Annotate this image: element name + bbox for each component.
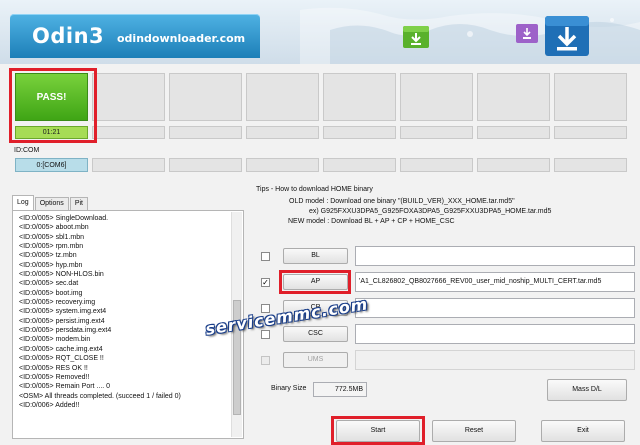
log-line: <ID:0/005> NON-HLOS.bin [19,271,104,279]
log-line: <ID:0/005> hyp.mbn [19,261,83,269]
csc-button[interactable]: CSC [283,326,348,342]
port-timer-slot [92,126,165,139]
tips-new-model: NEW model : Download BL + AP + CP + HOME… [288,218,455,225]
log-line: <ID:0/005> recovery.img [19,299,96,307]
log-line: <ID:0/005> persdata.img.ext4 [19,327,112,335]
csc-checkbox[interactable] [261,330,270,339]
logo-tab: Odin3 odindownloader.com [10,14,260,58]
log-line: <ID:0/005> modem.bin [19,336,91,344]
tab-log[interactable]: Log [12,195,34,210]
log-line: <ID:0/005> system.img.ext4 [19,308,107,316]
binary-size-label: Binary Size [271,385,307,392]
log-line: <ID:0/005> rpm.mbn [19,243,84,251]
log-line: <ID:0/005> RQT_CLOSE !! [19,355,104,363]
log-line: <ID:0/005> sbl1.mbn [19,233,84,241]
log-line: <ID:0/005> aboot.mbn [19,224,89,232]
com-port-slot [169,158,242,172]
download-blue-icon [545,16,589,56]
site-url: odindownloader.com [117,32,246,45]
com-port-slot [246,158,319,172]
cp-path-field[interactable] [355,298,635,318]
csc-path-field[interactable] [355,324,635,344]
com-port-slot [92,158,165,172]
log-line: <ID:0/005> Removed!! [19,373,90,381]
log-line: <ID:0/005> boot.img [19,289,83,297]
com-port-active: 0:[COM6] [15,158,88,172]
reset-button[interactable]: Reset [432,420,516,442]
idcom-label: ID:COM [14,147,40,154]
port-status-slot [477,73,550,121]
com-port-slot [400,158,473,172]
port-status-pass: PASS! [15,73,88,121]
ap-button[interactable]: AP [283,274,348,290]
port-timer-slot [400,126,473,139]
tab-options[interactable]: Options [34,197,69,210]
tab-pit[interactable]: Pit [69,197,88,210]
ap-checkbox[interactable]: ✓ [261,278,270,287]
start-button[interactable]: Start [336,420,420,442]
port-timer: 01:21 [15,126,88,139]
com-port-slot [323,158,396,172]
ums-path-field [355,350,635,370]
com-port-slot [554,158,627,172]
port-status-slot [169,73,242,121]
port-timer-slot [169,126,242,139]
log-line: <ID:0/005> SingleDownload. [19,215,109,222]
binary-size-value: 772.5MB [313,382,367,397]
port-timer-slot [323,126,396,139]
ums-button: UMS [283,352,348,368]
banner: Odin3 odindownloader.com [0,0,640,64]
exit-button[interactable]: Exit [541,420,625,442]
log-line: <ID:0/005> RES OK !! [19,364,88,372]
port-timer-slot [554,126,627,139]
port-status-slot [92,73,165,121]
download-purple-icon [516,24,538,43]
log-lines: <ID:0/005> SingleDownload. <ID:0/005> abo… [19,214,231,410]
port-timer-slot [477,126,550,139]
download-green-icon [403,26,429,48]
ap-path-field[interactable]: 'A1_CL826802_QB8027666_REV00_user_mid_no… [355,272,635,292]
com-port-slot [477,158,550,172]
ums-checkbox [261,356,270,365]
port-status-slot [246,73,319,121]
port-status-slot [323,73,396,121]
mass-dl-button[interactable]: Mass D/L [547,379,627,401]
tips-title: Tips - How to download HOME binary [256,186,373,193]
log-line: <ID:0/005> Remain Port .... 0 [19,383,111,391]
bl-checkbox[interactable] [261,252,270,261]
log-line: <ID:0/005> sec.dat [19,280,79,288]
log-line: <ID:0/005> cache.img.ext4 [19,345,103,353]
port-timer-slot [246,126,319,139]
panel-tabs: Log Options Pit [12,195,89,210]
tips-old-model: OLD model : Download one binary "(BUILD_… [289,198,515,205]
tips-example: ex) G925FXXU3DPA5_G925FOXA3DPA5_G925FXXU… [309,208,552,215]
log-line: <OSM> All threads completed. (succeed 1 … [19,392,181,400]
log-line: <ID:0/005> tz.mbn [19,252,77,260]
bl-path-field[interactable] [355,246,635,266]
log-line: <ID:0/006> Added!! [19,401,80,409]
app-logo: Odin3 [32,24,105,48]
port-status-slot [554,73,627,121]
bl-button[interactable]: BL [283,248,348,264]
port-status-slot [400,73,473,121]
log-line: <ID:0/005> persist.img.ext4 [19,317,105,325]
